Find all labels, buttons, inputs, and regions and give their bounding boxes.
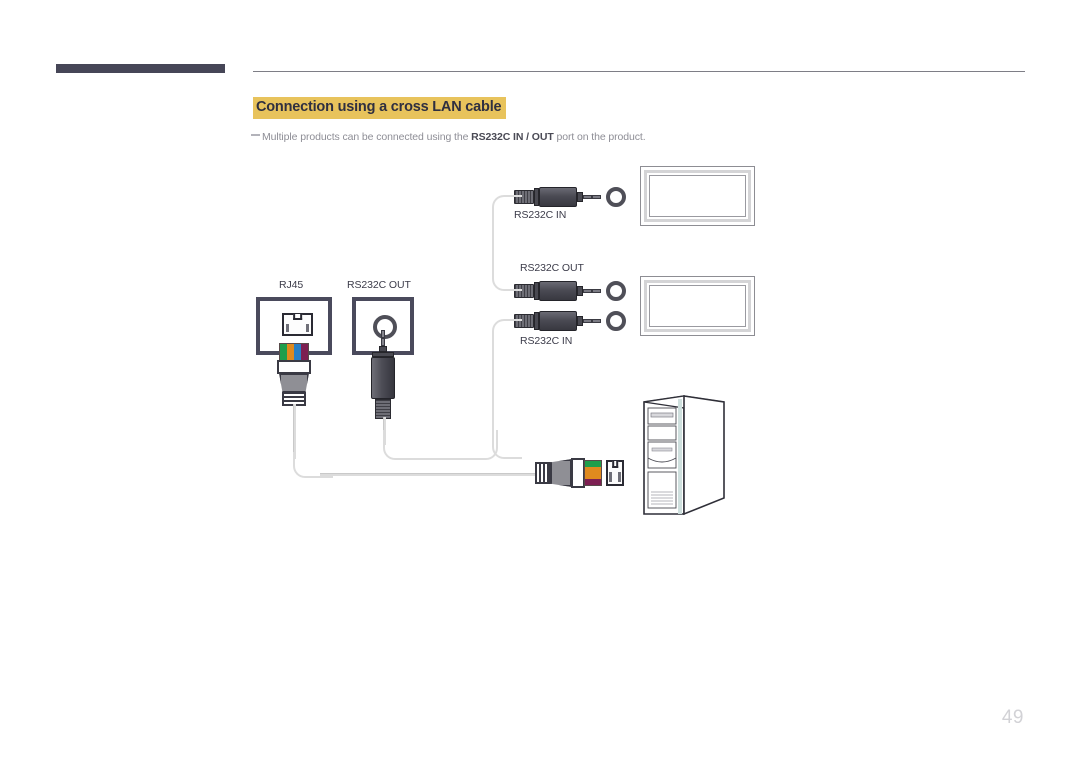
- rs232c-plug-bottom-tip: [583, 319, 601, 323]
- rj45-contacts-icon: [279, 343, 309, 361]
- pc-rj45-pin-left-icon: [609, 472, 612, 482]
- rs232c-plug-middle: [514, 280, 604, 302]
- rs232c-plug-top: [514, 186, 604, 208]
- pc-tower: [643, 395, 725, 516]
- page-number: 49: [1001, 707, 1024, 728]
- cable-rs232c-bend: [383, 430, 498, 460]
- rj45-plug-h-head: [571, 458, 585, 488]
- rs232c-plug-top-barrel: [539, 187, 577, 207]
- cable-rj45-vertical-drop: [293, 404, 296, 459]
- rj45-plug-h-body: [550, 459, 572, 487]
- cable-top-to-middle: [492, 195, 522, 291]
- display-screen-top: [649, 175, 746, 217]
- pc-rj45-pin-right-icon: [618, 472, 621, 482]
- label-rs232c-out-port: RS232C OUT: [347, 279, 411, 291]
- connection-diagram: RJ45 RS232C OUT RS232C IN RS232C OUT RS2…: [0, 0, 1080, 763]
- rj45-plug-h-boot: [535, 462, 551, 484]
- rs232c-plug-bottom-barrel: [539, 311, 577, 331]
- rj45-plug-head: [277, 360, 311, 374]
- monitor-top-rs232c-in-jack: [606, 187, 626, 207]
- display-screen-bottom: [649, 285, 746, 327]
- monitor-bottom-rs232c-out-jack: [606, 281, 626, 301]
- rj45-socket-icon: [282, 313, 313, 336]
- rj45-pin-left-icon: [286, 324, 289, 332]
- rj45-plug-body: [279, 373, 309, 393]
- rj45-plug-h-contacts-icon: [584, 460, 602, 486]
- display-monitor-top: [640, 166, 755, 226]
- rs232c-plug-middle-tip: [583, 289, 601, 293]
- monitor-bottom-rs232c-in-jack: [606, 311, 626, 331]
- cable-rj45-horizontal-run: [320, 473, 538, 476]
- label-rj45: RJ45: [279, 279, 304, 291]
- rs232c-plug-middle-barrel: [539, 281, 577, 301]
- label-rs232c-out-mid: RS232C OUT: [520, 262, 584, 274]
- rs232c-plug-barrel: [371, 357, 395, 399]
- display-monitor-bottom: [640, 276, 755, 336]
- rj45-pin-right-icon: [306, 324, 309, 332]
- rs232c-plug-bottom: [514, 310, 604, 332]
- label-rs232c-in-bottom: RS232C IN: [520, 335, 573, 347]
- rs232c-plug-boot: [375, 399, 391, 419]
- rs232c-plug-top-tip: [583, 195, 601, 199]
- pc-rj45-port-icon: [606, 460, 624, 486]
- rj45-plug-horizontal: [535, 458, 605, 488]
- rs232c-plug-tip: [381, 330, 385, 346]
- rs232c-jack-ring-icon: [373, 315, 397, 339]
